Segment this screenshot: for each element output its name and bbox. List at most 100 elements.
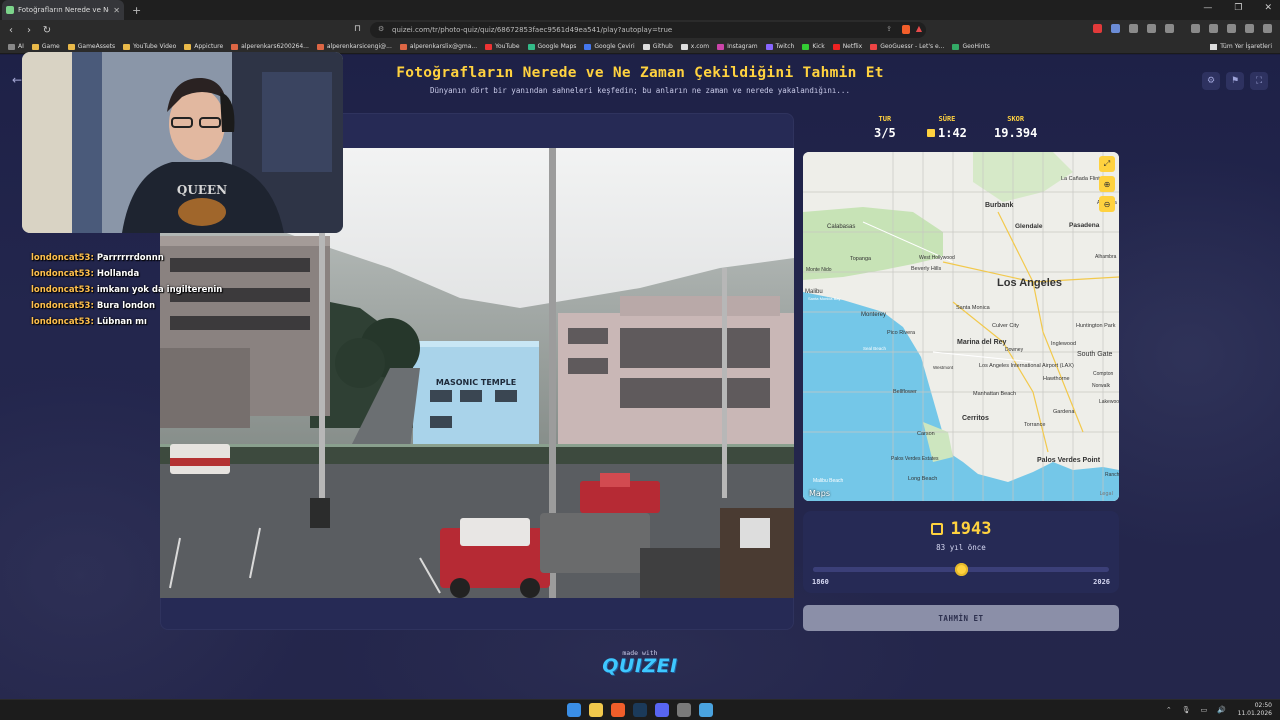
brave-shield-icon[interactable]	[902, 25, 910, 34]
maximize-icon[interactable]: ❐	[1234, 3, 1242, 13]
bookmark-item[interactable]: YouTube	[485, 43, 520, 50]
bookmark-item[interactable]: alperenkars6200264...	[231, 43, 309, 50]
bookmark-item[interactable]: alperenkarslix@gma...	[399, 43, 478, 50]
address-bar[interactable]: ⚙ quizei.com/tr/photo-quiz/quiz/68672853…	[370, 22, 926, 38]
guess-button[interactable]: TAHMİN ET	[803, 605, 1119, 631]
bookmark-item[interactable]: Twitch	[765, 43, 794, 50]
slider-thumb[interactable]	[955, 563, 968, 576]
back-icon[interactable]: ‹	[4, 25, 18, 36]
steam-icon[interactable]	[633, 703, 647, 717]
browser-tab-active[interactable]: Fotoğrafların Nerede ve Ne Zaman ✕	[2, 0, 124, 20]
map-place-label: West Hollywood	[919, 255, 955, 261]
extension-icon[interactable]	[1129, 24, 1138, 33]
bookmark-item[interactable]: x.com	[680, 43, 709, 50]
chat-username: londoncat53:	[31, 253, 94, 263]
chat-message: londoncat53: imkanı yok da ingilterenin	[31, 284, 222, 300]
bookmark-item[interactable]: Appicture	[184, 43, 223, 50]
year-slider[interactable]	[813, 563, 1109, 576]
chat-message: londoncat53: Bura london	[31, 300, 222, 316]
forward-icon[interactable]: ›	[22, 25, 36, 36]
bookmark-item[interactable]: Game	[31, 43, 60, 50]
share-icon[interactable]: ⇪	[886, 25, 892, 33]
fullscreen-icon[interactable]: ⛶	[1250, 72, 1268, 90]
bookmark-item[interactable]: AI	[8, 43, 24, 50]
map-canvas[interactable]: La Cañada FlintridgeBurbankGlendale Pasad…	[803, 152, 1119, 501]
bookmark-item[interactable]: alperenkarsicengi@...	[316, 43, 392, 50]
clock-time: 02:50	[1254, 702, 1272, 709]
bookmark-item[interactable]: Github	[642, 43, 673, 50]
brave-rewards-icon[interactable]: ▲	[916, 24, 922, 33]
extension-icon[interactable]	[1165, 24, 1174, 33]
taskbar-clock[interactable]: 02:50 11.01.2026	[1238, 702, 1272, 718]
hourglass-icon	[927, 129, 935, 137]
bookmark-label: Google Çeviri	[594, 43, 635, 50]
app-icon[interactable]	[699, 703, 713, 717]
bookmark-item[interactable]: Kick	[802, 43, 825, 50]
volume-icon[interactable]: 🔊	[1217, 706, 1226, 714]
bookmark-label: alperenkarslix@gma...	[409, 43, 478, 50]
bookmark-icon	[67, 43, 75, 50]
bookmark-page-icon[interactable]: ⊓	[354, 24, 361, 34]
bookmark-item[interactable]: Google Çeviri	[584, 43, 635, 50]
settings-icon[interactable]: ⚙	[1202, 72, 1220, 90]
slider-max-label: 2026	[1093, 578, 1110, 586]
reload-icon[interactable]: ↻	[40, 25, 54, 36]
bookmark-icon	[802, 43, 810, 50]
microphone-icon[interactable]: 🎙	[1182, 706, 1191, 714]
leo-icon[interactable]	[1227, 24, 1236, 33]
chat-text: Bura london	[96, 301, 156, 311]
window-controls: — ❐ ✕	[1203, 3, 1272, 13]
map-place-label: South Gate	[1077, 351, 1113, 358]
bookmark-item[interactable]: Google Maps	[527, 43, 576, 50]
network-icon[interactable]: ▭	[1201, 706, 1208, 714]
start-icon[interactable]	[567, 703, 581, 717]
time-label: SÜRE	[938, 115, 956, 123]
zoom-in-icon[interactable]: ⊕	[1099, 176, 1115, 192]
menu-icon[interactable]	[1263, 24, 1272, 33]
discord-icon[interactable]	[655, 703, 669, 717]
wallet-icon[interactable]	[1209, 24, 1218, 33]
bookmark-label: Netflix	[842, 43, 863, 50]
bookmark-label: Appicture	[194, 43, 224, 50]
sidebar-icon[interactable]	[1191, 24, 1200, 33]
close-window-icon[interactable]: ✕	[1264, 3, 1272, 13]
quizei-logo[interactable]: QUIZEI	[0, 655, 1280, 677]
bookmark-icon	[31, 43, 39, 50]
bookmark-item[interactable]: GeoHints	[952, 43, 990, 50]
all-bookmarks[interactable]: Tüm Yer İşaretleri	[1210, 43, 1272, 50]
site-info-icon[interactable]: ⚙	[378, 25, 384, 33]
tray-chevron-icon[interactable]: ⌃	[1166, 706, 1172, 714]
map-place-label: Los Angeles International Airport (LAX)	[979, 363, 1074, 369]
map-place-label: Compton	[1093, 371, 1114, 377]
extension-icon[interactable]	[1111, 24, 1120, 33]
zoom-out-icon[interactable]: ⊖	[1099, 196, 1115, 212]
obs-icon[interactable]	[677, 703, 691, 717]
new-tab-button[interactable]: +	[132, 4, 141, 17]
tab-title: Fotoğrafların Nerede ve Ne Zaman	[18, 6, 109, 14]
extension-icon[interactable]	[1147, 24, 1156, 33]
vpn-icon[interactable]	[1245, 24, 1254, 33]
minimize-icon[interactable]: —	[1203, 3, 1212, 13]
system-tray: ⌃ 🎙 ▭ 🔊	[1166, 706, 1226, 714]
bookmark-item[interactable]: Netflix	[832, 43, 863, 50]
bookmark-item[interactable]: GeoGuessr - Let's e...	[870, 43, 944, 50]
bookmark-icon	[231, 43, 239, 50]
bookmark-icon	[123, 43, 131, 50]
map-place-label: Rancho Palos Verdes	[1105, 472, 1119, 478]
windows-taskbar: ⌃ 🎙 ▭ 🔊 02:50 11.01.2026	[0, 699, 1280, 720]
time-value: 1:42	[938, 126, 967, 140]
tab-close-icon[interactable]: ✕	[113, 6, 120, 15]
expand-map-icon[interactable]: ⤢	[1099, 156, 1115, 172]
browser-toolbar: ‹ › ↻ ⊓ ⚙ quizei.com/tr/photo-quiz/quiz/…	[0, 20, 1280, 40]
bookmark-item[interactable]: YouTube Video	[123, 43, 176, 50]
file-explorer-icon[interactable]	[589, 703, 603, 717]
bookmark-item[interactable]: GameAssets	[67, 43, 115, 50]
masonic-temple-sign: MASONIC TEMPLE	[436, 378, 516, 387]
brave-icon[interactable]	[611, 703, 625, 717]
extension-icon[interactable]	[1093, 24, 1102, 33]
bookmark-item[interactable]: Instagram	[717, 43, 758, 50]
guess-map[interactable]: La Cañada Flintridge Burbank Glendale Pasad…	[803, 152, 1119, 501]
bookmark-label: alperenkarsicengi@...	[326, 43, 392, 50]
flag-icon[interactable]: ⚑	[1226, 72, 1244, 90]
map-legal-link[interactable]: Legal	[1100, 491, 1113, 497]
